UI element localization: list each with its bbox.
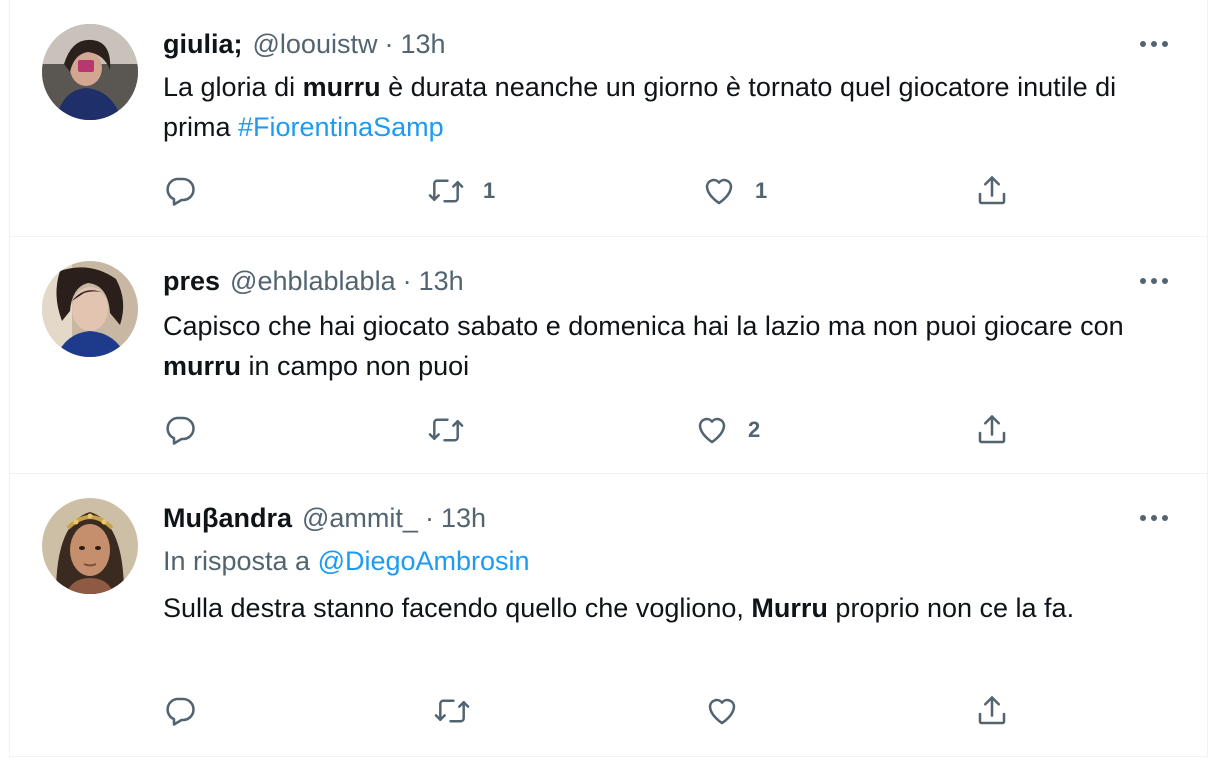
user-handle[interactable]: @loouistw xyxy=(253,29,378,60)
more-icon xyxy=(1140,278,1168,284)
tweet[interactable]: pres @ehblablabla · 13h Capisco che hai … xyxy=(10,237,1207,474)
retweet-button[interactable] xyxy=(433,693,489,729)
retweet-icon xyxy=(428,179,464,203)
separator-dot: · xyxy=(384,28,394,59)
retweet-icon xyxy=(428,418,464,442)
reply-context: In risposta a @DiegoAmbrosin xyxy=(163,546,530,577)
more-icon xyxy=(1140,41,1168,47)
highlighted-keyword: murru xyxy=(302,72,381,102)
timestamp[interactable]: 13h xyxy=(441,503,486,534)
tweet-header: Muβandra @ammit_ · 13h xyxy=(163,500,486,536)
display-name[interactable]: giulia; xyxy=(163,29,243,60)
reply-icon xyxy=(166,416,195,445)
share-button[interactable] xyxy=(974,173,1010,209)
like-count: 1 xyxy=(755,178,768,203)
reply-icon xyxy=(166,177,195,206)
tweet-text-part: in campo non puoi xyxy=(241,351,470,381)
user-handle[interactable]: @ehblablabla xyxy=(230,266,396,297)
reply-icon xyxy=(166,697,195,726)
heart-icon xyxy=(708,698,736,725)
more-button[interactable] xyxy=(1136,34,1172,54)
more-icon xyxy=(1140,515,1168,521)
more-button[interactable] xyxy=(1136,508,1172,528)
like-button[interactable]: 2 xyxy=(694,412,760,448)
highlighted-keyword: Murru xyxy=(751,593,828,623)
like-count: 2 xyxy=(748,417,761,442)
tweet[interactable]: Muβandra @ammit_ · 13h In risposta a @Di… xyxy=(10,474,1207,756)
timestamp[interactable]: 13h xyxy=(419,266,464,297)
tweet[interactable]: giulia; @loouistw · 13h La gloria di mur… xyxy=(10,0,1207,237)
tweet-text-part: Capisco che hai giocato sabato e domenic… xyxy=(163,311,1124,341)
highlighted-keyword: murru xyxy=(163,351,242,381)
reply-label: In risposta a xyxy=(163,546,318,576)
avatar[interactable] xyxy=(42,24,138,120)
mention-link[interactable]: @DiegoAmbrosin xyxy=(318,546,530,576)
avatar[interactable] xyxy=(42,498,138,594)
share-button[interactable] xyxy=(974,412,1010,448)
heart-icon xyxy=(698,417,726,444)
separator-dot: · xyxy=(424,502,434,533)
tweet-header: pres @ehblablabla · 13h xyxy=(163,263,464,299)
heart-icon xyxy=(705,178,733,205)
reply-button[interactable] xyxy=(162,173,216,209)
tweet-text-part: La gloria di xyxy=(163,72,303,102)
retweet-button[interactable]: 1 xyxy=(427,173,495,209)
share-icon xyxy=(978,696,1006,725)
tweet-feed: giulia; @loouistw · 13h La gloria di mur… xyxy=(9,0,1208,757)
retweet-count: 1 xyxy=(483,178,496,203)
tweet-header: giulia; @loouistw · 13h xyxy=(163,26,446,62)
reply-button[interactable] xyxy=(162,693,216,729)
avatar-image xyxy=(42,261,138,357)
avatar-image xyxy=(42,24,138,120)
share-button[interactable] xyxy=(974,693,1010,729)
user-handle[interactable]: @ammit_ xyxy=(302,503,418,534)
like-button[interactable] xyxy=(704,693,758,729)
tweet-text-part: Sulla destra stanno facendo quello che v… xyxy=(163,593,752,623)
separator-dot: · xyxy=(402,265,412,296)
hashtag-link[interactable]: #FiorentinaSamp xyxy=(238,112,444,142)
reply-button[interactable] xyxy=(162,412,216,448)
share-icon xyxy=(978,176,1006,205)
display-name[interactable]: Muβandra xyxy=(163,503,292,534)
retweet-button[interactable] xyxy=(427,412,483,448)
timestamp[interactable]: 13h xyxy=(400,29,445,60)
tweet-text: Capisco che hai giocato sabato e domenic… xyxy=(163,306,1173,386)
avatar-image xyxy=(42,498,138,594)
display-name[interactable]: pres xyxy=(163,266,220,297)
retweet-icon xyxy=(434,699,470,723)
like-button[interactable]: 1 xyxy=(701,173,767,209)
tweet-text: Sulla destra stanno facendo quello che v… xyxy=(163,588,1173,628)
tweet-text: La gloria di murru è durata neanche un g… xyxy=(163,67,1173,147)
tweet-text-part: proprio non ce la fa. xyxy=(827,593,1075,623)
more-button[interactable] xyxy=(1136,271,1172,291)
avatar[interactable] xyxy=(42,261,138,357)
share-icon xyxy=(978,415,1006,444)
